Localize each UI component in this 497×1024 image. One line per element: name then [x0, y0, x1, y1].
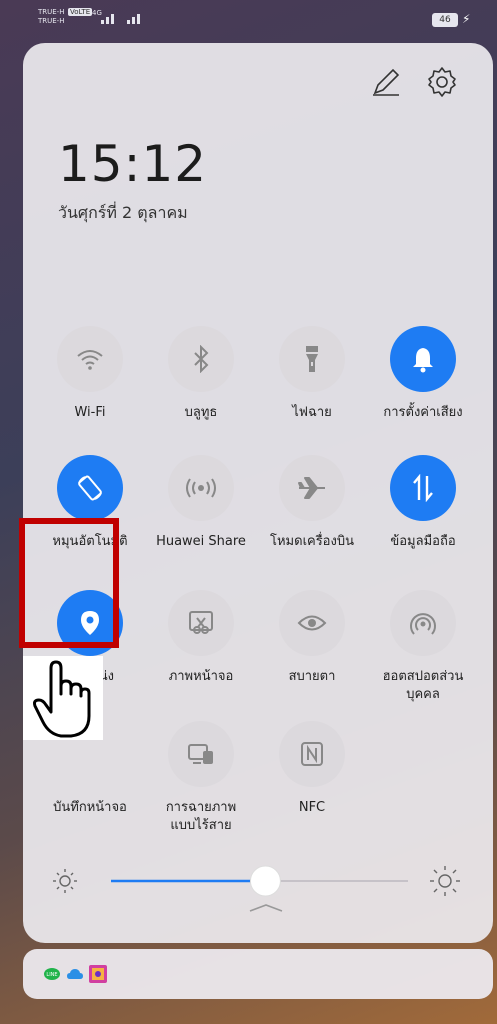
brightness-slider[interactable] [51, 863, 461, 899]
tile-label: บันทึกหน้าจอ [53, 800, 127, 815]
carrier-names: TRUE-H TRUE-H [38, 8, 64, 26]
tile-label: Huawei Share [156, 534, 246, 549]
sun-high-icon [430, 866, 460, 896]
wifi-icon[interactable] [57, 326, 123, 392]
tile-label: สบายตา [288, 669, 336, 684]
eye-icon[interactable] [279, 590, 345, 656]
tile-huawei-share[interactable]: Huawei Share [141, 455, 261, 551]
signal-icon [127, 14, 140, 24]
tile-wireless-projection[interactable]: การฉายภาพ แบบไร้สาย [141, 721, 261, 835]
scissors-screen-icon[interactable] [168, 590, 234, 656]
bluetooth-icon[interactable] [168, 326, 234, 392]
tile-sound-settings[interactable]: การตั้งค่าเสียง [363, 326, 483, 422]
clock-time: 15:12 [58, 135, 208, 193]
status-bar: TRUE-H TRUE-H VoLTE 4G 46 ⚡ [0, 0, 497, 36]
tile-label: Wi-Fi [74, 405, 106, 420]
hotspot-icon[interactable] [390, 590, 456, 656]
tile-label: ฮอตสปอตส่วน บุคคล [382, 669, 464, 702]
tile-label: การฉายภาพ แบบไร้สาย [165, 800, 237, 833]
bell-icon[interactable] [390, 326, 456, 392]
carrier-2: TRUE-H [38, 17, 65, 25]
tile-label: ภาพหน้าจอ [168, 669, 234, 684]
airplane-icon[interactable] [279, 455, 345, 521]
tile-bluetooth[interactable]: บลูทูธ [141, 326, 261, 422]
panel-collapse-handle[interactable] [248, 903, 284, 913]
tile-eye-comfort[interactable]: สบายตา [252, 590, 372, 686]
flashlight-icon[interactable] [279, 326, 345, 392]
tile-airplane[interactable]: โหมดเครื่องบิน [252, 455, 372, 551]
tile-label: ข้อมูลมือถือ [390, 534, 456, 549]
carrier-1: TRUE-H [38, 8, 65, 16]
data-arrows-icon[interactable] [390, 455, 456, 521]
tap-highlight-box [19, 518, 119, 648]
line-icon: LINE [44, 968, 60, 980]
pointing-hand-icon [23, 656, 103, 740]
tile-label: การตั้งค่าเสียง [383, 405, 463, 420]
volte-badge: VoLTE [68, 8, 93, 16]
tile-flashlight[interactable]: ไฟฉาย [252, 326, 372, 422]
tile-mobile-data[interactable]: ข้อมูลมือถือ [363, 455, 483, 551]
quick-settings-panel: 15:12 วันศุกร์ที่ 2 ตุลาคม Wi-Fi บลูทูธ … [23, 43, 493, 943]
rotate-icon[interactable] [57, 455, 123, 521]
tile-label: NFC [298, 800, 326, 815]
clock-date: วันศุกร์ที่ 2 ตุลาคม [58, 203, 188, 222]
brightness-knob[interactable] [249, 865, 281, 897]
gear-icon[interactable] [425, 65, 459, 99]
charging-icon: ⚡ [462, 12, 471, 26]
cloud-icon [67, 969, 83, 979]
tile-hotspot[interactable]: ฮอตสปอตส่วน บุคคล [363, 590, 483, 704]
tile-label: โหมดเครื่องบิน [270, 534, 354, 549]
sun-low-icon [53, 869, 77, 893]
tile-wifi[interactable]: Wi-Fi [30, 326, 150, 422]
projection-icon[interactable] [168, 721, 234, 787]
tile-label: บลูทูธ [184, 405, 218, 420]
share-waves-icon[interactable] [168, 455, 234, 521]
tile-screenshot[interactable]: ภาพหน้าจอ [141, 590, 261, 686]
tile-label: ไฟฉาย [292, 405, 332, 420]
game-app-icon [89, 965, 107, 983]
signal-icon [101, 14, 114, 24]
battery-indicator: 46 [432, 13, 458, 27]
nfc-icon[interactable] [279, 721, 345, 787]
svg-text:LINE: LINE [46, 972, 57, 978]
notification-bar[interactable]: LINE [23, 949, 493, 999]
edit-pencil-icon[interactable] [369, 65, 403, 99]
tile-nfc[interactable]: NFC [252, 721, 372, 817]
